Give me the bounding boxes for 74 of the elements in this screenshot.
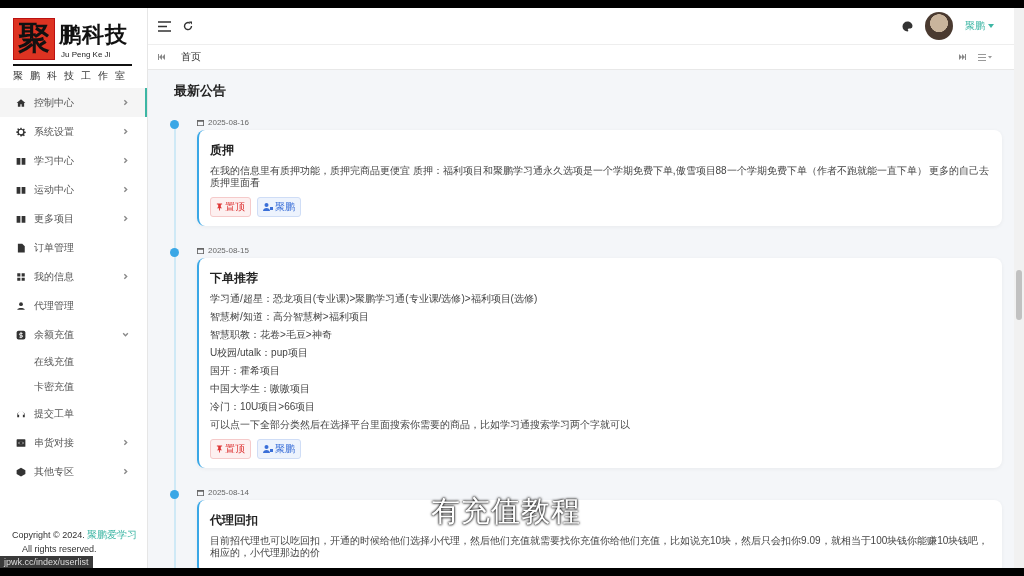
notice-text: 智慧职教：花卷>毛豆>神奇 (210, 329, 333, 341)
notice-text: U校园/utalk：pup项目 (210, 347, 309, 359)
sidebar-item[interactable]: 代理管理 (0, 291, 147, 320)
sidebar-item[interactable]: 我的信息 (0, 262, 147, 291)
menu-icon (16, 184, 26, 195)
timeline-dot (170, 248, 179, 257)
menu-icon (16, 126, 26, 137)
copyright-text: Copyright © 2024. 聚鹏爱学习 (12, 530, 138, 540)
notice-text: 中国大学生：嗷嗷项目 (210, 383, 311, 395)
logo-subtitle: Ju Peng Ke Ji (61, 49, 112, 60)
menu-icon (16, 300, 26, 311)
author-tag: 聚鹏 (257, 197, 301, 217)
menu-icon (16, 213, 26, 224)
author-tag: 聚鹏 (257, 439, 301, 459)
menu-icon (16, 242, 26, 253)
notice-text: 在我的信息里有质押功能，质押完商品更便宜 质押：福利项目和聚鹏学习通永久选项是一个学期免费下单,傲雪项目88一个学期免费下单（作者不跑就能一直下单） 更多的自己去质押里面看 (210, 165, 990, 189)
notice-text: 冷门：10U项目>66项目 (210, 401, 317, 413)
sidebar-item[interactable]: 订单管理 (0, 233, 147, 262)
notice-text: 智慧树/知道：高分智慧树>福利项目 (210, 311, 370, 323)
notice-text: 可以点一下全部分类然后在选择平台里面搜索你需要的商品，比如学习通搜索学习两个字就可以 (210, 419, 631, 431)
calendar-icon (197, 247, 204, 254)
pinned-tag: 置顶 (210, 197, 251, 217)
menu-icon (16, 466, 26, 477)
pin-icon (216, 203, 223, 211)
sidebar-item[interactable]: 系统设置 (0, 117, 147, 146)
timeline-dot (170, 120, 179, 129)
pinned-tag: 置顶 (210, 439, 251, 459)
sidebar-item[interactable]: 提交工单 (0, 399, 147, 428)
notice-date: 2025-08-15 (208, 246, 249, 255)
menu-icon (16, 97, 26, 108)
sidebar-item[interactable]: 其他专区 (0, 457, 147, 486)
logo-mark: 聚 (13, 18, 55, 60)
sidebar-item[interactable]: 运动中心 (0, 175, 147, 204)
avatar[interactable] (925, 12, 953, 40)
section-title: 最新公告 (174, 82, 227, 100)
notice-text: 目前招代理也可以吃回扣，开通的时候给他们选择小代理，然后他们充值就需要找你充值你给他们充值，比如说充10块，然后只会扣你9.09，就相当于100块钱你能赚10块钱吧，相应的，小代理那边的价 (210, 535, 990, 559)
logo-tagline: 聚鹏科技工作室 (13, 64, 132, 83)
submenu-item[interactable]: 在线充值 (0, 349, 147, 374)
sidebar-item[interactable]: 学习中心 (0, 146, 147, 175)
sidebar-item[interactable]: 余额充值 (0, 320, 147, 349)
video-subtitle: 有充值教程 (431, 495, 581, 528)
menu-icon (16, 437, 26, 448)
notice-title: 质押 (210, 142, 234, 159)
rights-text: All rights reserved. (21, 544, 97, 554)
menu-icon (16, 271, 26, 282)
page-tab[interactable]: 首页 (177, 46, 205, 68)
sidebar-item[interactable]: 串货对接 (0, 428, 147, 457)
status-url: jpwk.cc/index/userlist (0, 556, 93, 568)
palette-icon[interactable] (902, 20, 913, 32)
notice-title: 代理回扣 (210, 512, 258, 529)
notice-date: 2025-08-14 (208, 488, 249, 497)
sidebar-item[interactable]: 控制中心 (0, 88, 147, 117)
forward-icon[interactable] (959, 54, 966, 60)
list-menu-icon[interactable] (978, 53, 992, 61)
notice-title: 下单推荐 (210, 270, 258, 287)
sidebar-item[interactable]: 更多项目 (0, 204, 147, 233)
caret-icon (988, 24, 994, 28)
scrollbar[interactable] (1014, 8, 1024, 568)
notice-text: 国开：霍希项目 (210, 365, 281, 377)
notice-date: 2025-08-16 (208, 118, 249, 127)
pin-icon (216, 445, 223, 453)
timeline-dot (170, 490, 179, 499)
refresh-icon[interactable] (183, 21, 193, 31)
notice-text: 学习通/超星：恐龙项目(专业课)>聚鹏学习通(专业课/选修)>福利项目(选修) (210, 293, 539, 305)
user-icon (263, 445, 273, 453)
menu-icon (16, 155, 26, 166)
rewind-icon[interactable] (158, 54, 165, 60)
submenu-item[interactable]: 卡密充值 (0, 374, 147, 399)
logo-text: 鹏科技 (59, 20, 129, 49)
calendar-icon (197, 489, 204, 496)
menu-icon[interactable] (158, 20, 171, 32)
menu-icon (16, 329, 26, 340)
user-icon (263, 203, 273, 211)
calendar-icon (197, 119, 204, 126)
